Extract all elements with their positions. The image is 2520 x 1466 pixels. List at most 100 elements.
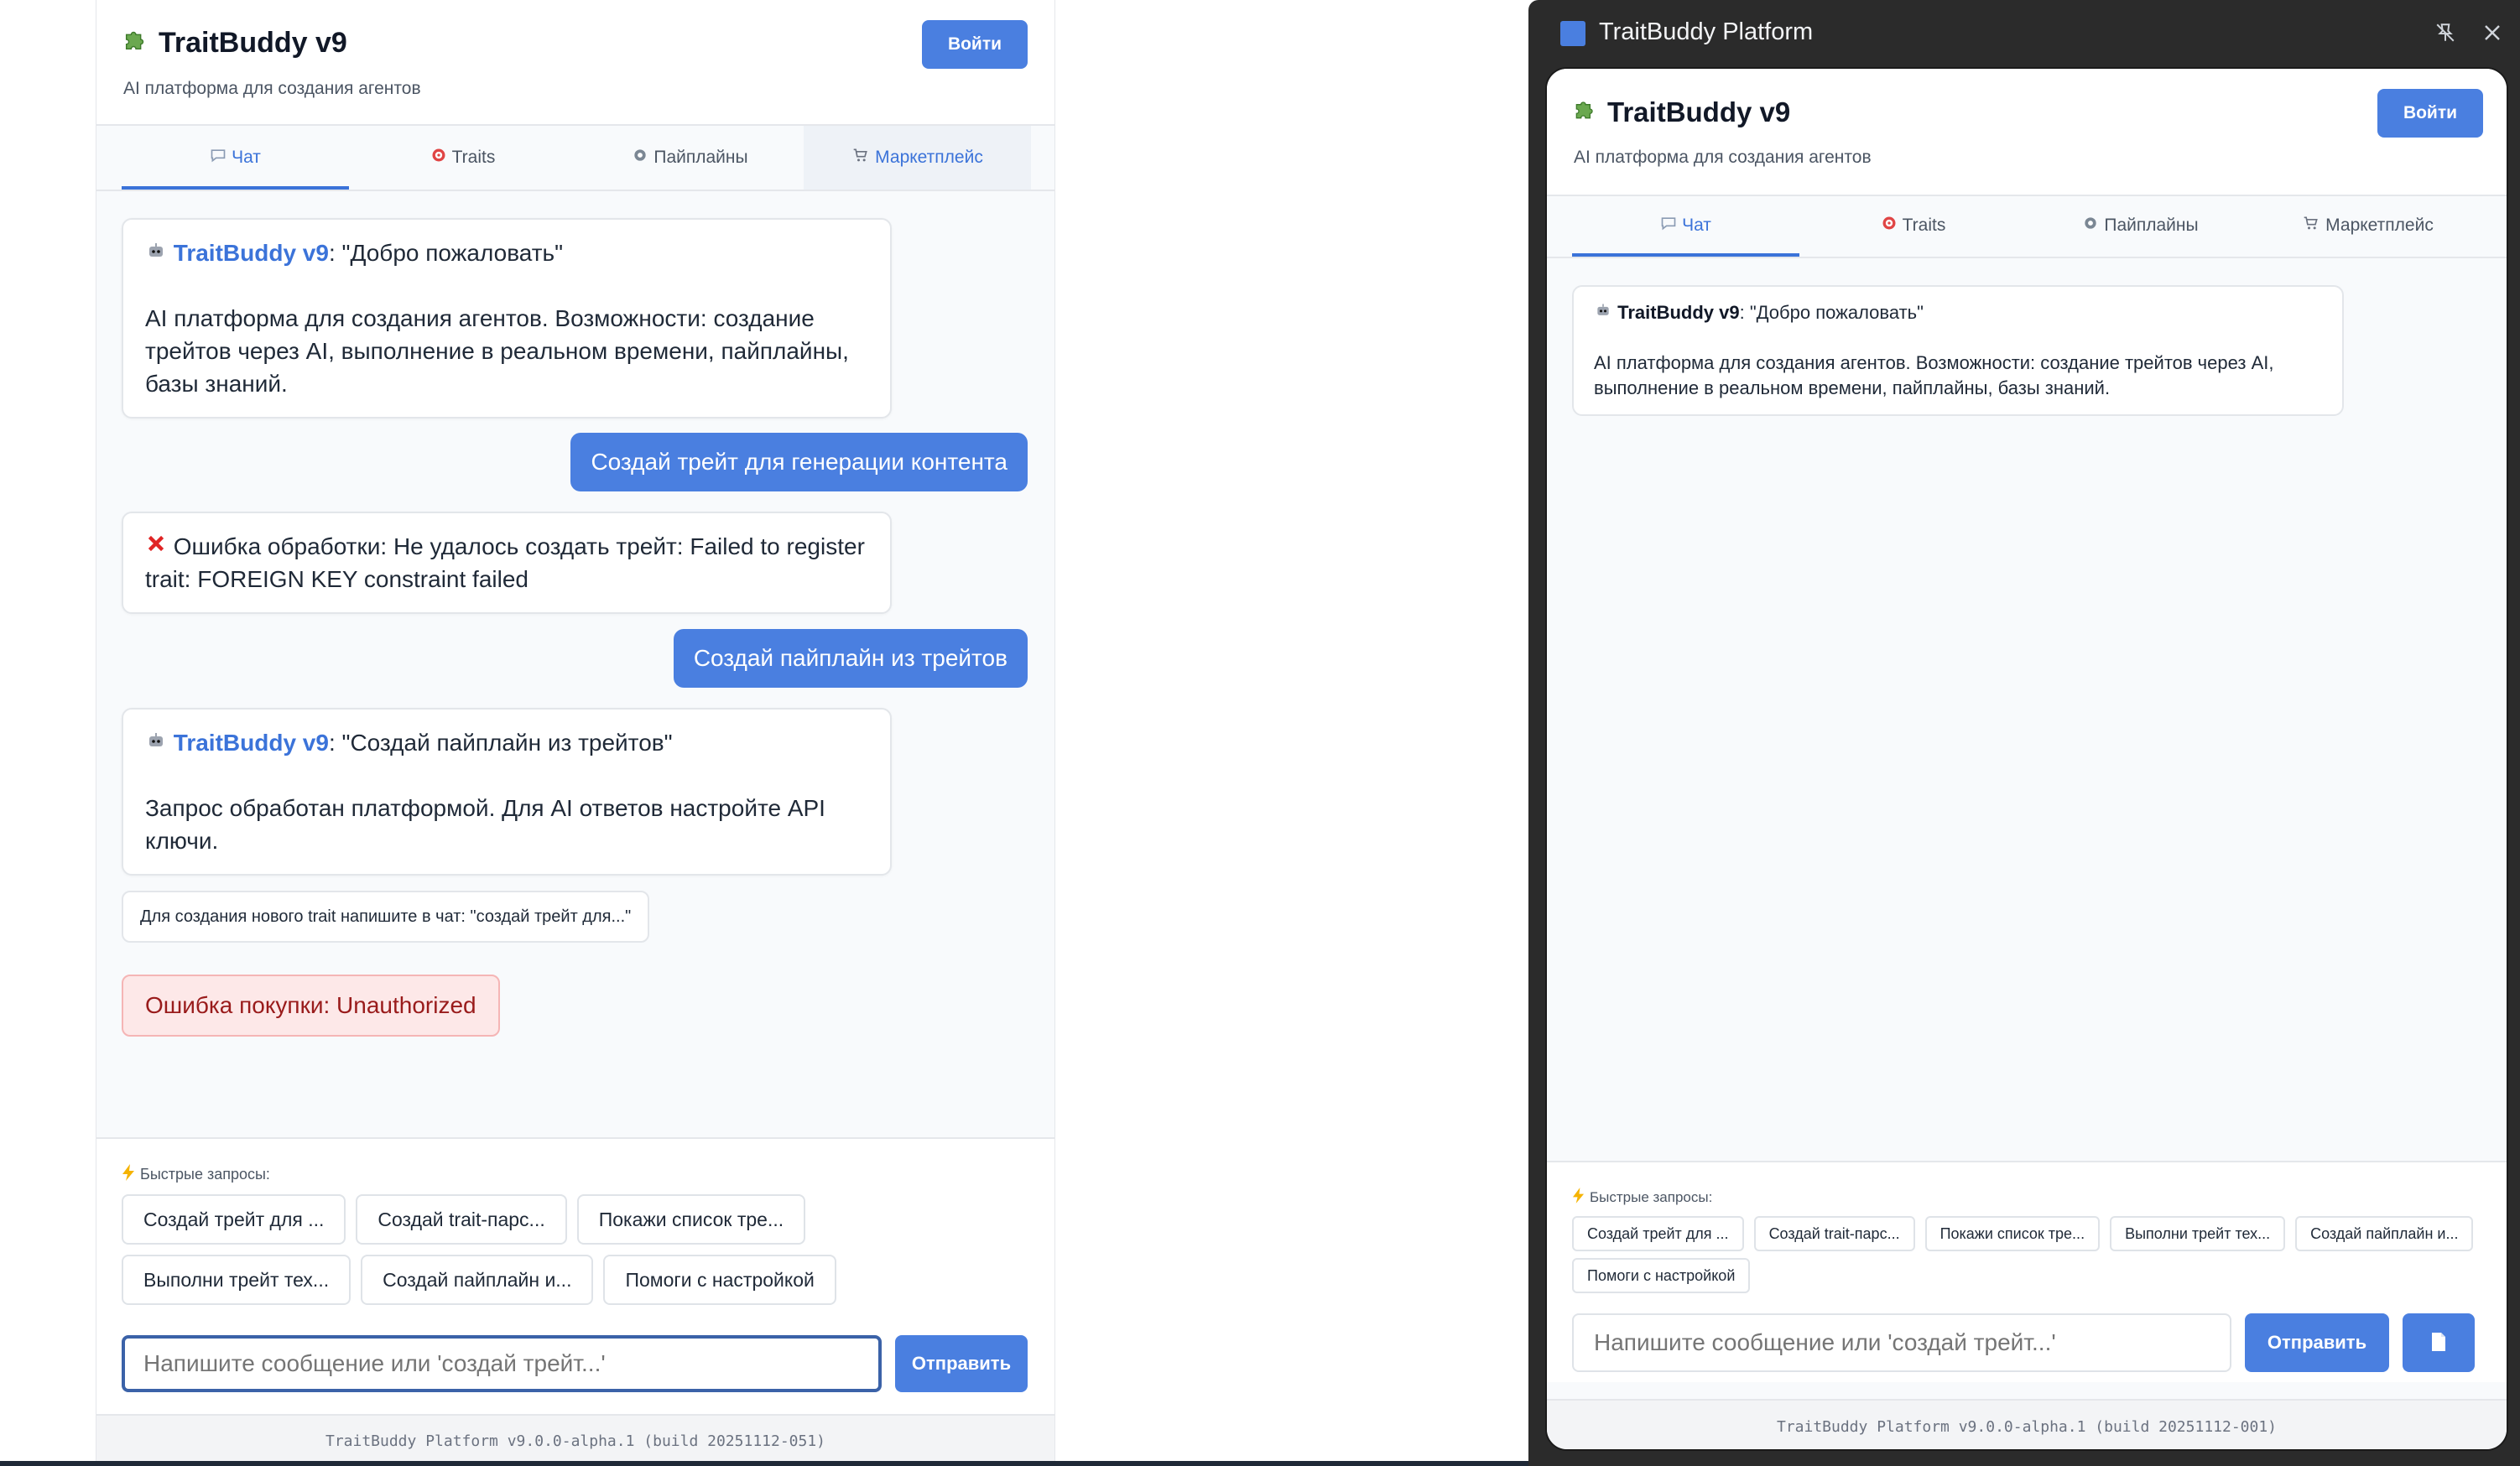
quick-chip-list: Создай трейт для ... Создай trait-парс..… [1572,1216,2486,1293]
message-input[interactable] [1572,1313,2231,1372]
hint-message: Для создания нового trait напишите в чат… [122,891,650,943]
gear-icon [2082,215,2099,237]
bot-message: TraitBuddy v9: "Добро пожаловать" AI пла… [122,218,892,418]
bot-message: TraitBuddy v9: "Создай пайплайн из трейт… [122,708,892,876]
platform-window: TraitBuddy Platform TraitBuddy v9 AI пла… [1528,0,2520,1466]
tab-pipelines[interactable]: Пайплайны [2027,195,2254,257]
bot-message: TraitBuddy v9: "Добро пожаловать" AI пла… [1572,285,2344,416]
login-button[interactable]: Войти [2377,89,2483,138]
quick-chip[interactable]: Покажи список тре... [576,1194,806,1245]
quick-chip[interactable]: Создай пайплайн и... [2295,1216,2474,1251]
target-icon [430,147,447,169]
pin-icon[interactable] [2428,15,2463,50]
tab-pipelines-label: Пайплайны [653,148,748,167]
lightning-icon [122,1164,135,1185]
app-header: TraitBuddy v9 AI платформа для создания … [1547,69,2507,196]
bot-quote: : "Добро пожаловать" [328,240,564,266]
attach-file-button[interactable] [2403,1313,2475,1372]
bot-name: TraitBuddy v9 [173,240,329,266]
tab-bar: Чат Traits Пайплайны Маркетплейс [122,126,1031,190]
target-icon [1881,215,1898,237]
quick-requests-panel: Быстрые запросы: Создай трейт для ... Со… [1547,1161,2507,1382]
quick-chip[interactable]: Создай trait-парс... [356,1194,567,1245]
robot-icon [1594,300,1612,325]
bot-message-header: TraitBuddy v9: "Добро пожаловать" [1594,300,2322,325]
bot-message-body: Запрос обработан платформой. Для AI отве… [145,795,825,854]
quick-chip[interactable]: Помоги с настройкой [603,1255,836,1305]
tab-traits[interactable]: Traits [1799,195,2027,257]
quick-requests-label-text: Быстрые запросы: [1590,1189,1713,1205]
tab-chat[interactable]: Чат [122,126,349,190]
tab-traits[interactable]: Traits [349,126,576,190]
tab-divider [1547,257,2507,258]
robot-icon [145,726,167,759]
embedded-app: TraitBuddy v9 AI платформа для создания … [1545,67,2508,1451]
quick-chip[interactable]: Создай пайплайн и... [361,1255,594,1305]
bot-message-header: TraitBuddy v9: "Создай пайплайн из трейт… [145,726,868,759]
cross-icon [145,530,167,563]
send-button[interactable]: Отправить [895,1335,1028,1392]
window-title: TraitBuddy Platform [1599,18,1814,45]
bot-message-body: AI платформа для создания агентов. Возмо… [145,305,849,397]
close-icon[interactable] [2475,15,2510,50]
version-footer: TraitBuddy Platform v9.0.0-alpha.1 (buil… [1547,1399,2507,1449]
app-header: TraitBuddy v9 AI платформа для создания … [96,0,1054,126]
lightning-icon [1572,1188,1585,1208]
purchase-error-alert: Ошибка покупки: Unauthorized [122,975,500,1037]
app-subtitle: AI платформа для создания агентов [1574,148,1872,167]
message-composer: Отправить [122,1335,1031,1392]
document-icon [2430,1332,2447,1354]
left-app-panel: TraitBuddy v9 AI платформа для создания … [96,0,1055,1466]
error-message: Ошибка обработки: Не удалось создать тре… [122,512,892,614]
tab-traits-label: Traits [451,148,496,167]
message-input[interactable] [122,1335,882,1392]
tab-marketplace[interactable]: Маркетплейс [2254,195,2481,257]
quick-chip[interactable]: Выполни трейт тех... [2110,1216,2286,1251]
bot-quote: : "Создай пайплайн из трейтов" [328,730,673,756]
bot-name: TraitBuddy v9 [173,730,329,756]
tab-pipelines[interactable]: Пайплайны [576,126,804,190]
quick-requests-label: Быстрые запросы: [122,1164,270,1185]
app-title-text: TraitBuddy v9 [1607,96,1791,127]
bot-message-body: AI платформа для создания агентов. Возмо… [1594,352,2274,398]
cart-icon [2302,215,2320,237]
bot-name: TraitBuddy v9 [1617,302,1740,323]
error-message-text: Ошибка обработки: Не удалось создать тре… [145,533,865,592]
user-message: Создай пайплайн из трейтов [673,629,1028,688]
cart-icon [851,147,870,169]
send-button[interactable]: Отправить [2245,1313,2389,1372]
quick-chip[interactable]: Создай трейт для ... [122,1194,346,1245]
tab-pipelines-label: Пайплайны [2104,216,2199,235]
puzzle-icon [1572,96,1599,129]
tab-traits-label: Traits [1902,216,1946,235]
quick-requests-panel: Быстрые запросы: Создай трейт для ... Со… [96,1137,1054,1414]
robot-icon [145,237,167,269]
taskbar-strip [0,1461,1528,1466]
quick-chip[interactable]: Покажи список тре... [1924,1216,2101,1251]
message-composer: Отправить [1572,1313,2483,1372]
tab-chat-label: Чат [1682,216,1711,235]
tab-bar: Чат Traits Пайплайны Маркетплейс [1572,195,2481,257]
app-window-icon [1560,21,1585,46]
window-titlebar: TraitBuddy Platform [1528,0,2520,67]
quick-chip[interactable]: Создай трейт для ... [1572,1216,1744,1251]
login-button[interactable]: Войти [922,20,1028,69]
app-title: TraitBuddy v9 [1572,96,1790,129]
version-footer: TraitBuddy Platform v9.0.0-alpha.1 (buil… [96,1414,1054,1466]
app-title: TraitBuddy v9 [122,25,347,61]
quick-chip[interactable]: Создай trait-парс... [1753,1216,1915,1251]
tab-marketplace-label: Маркетплейс [2325,216,2434,235]
speech-bubble-icon [210,147,226,169]
bot-quote: : "Добро пожаловать" [1739,302,1924,323]
quick-chip[interactable]: Выполни трейт тех... [122,1255,351,1305]
tab-chat-label: Чат [232,148,261,167]
gear-icon [632,147,648,169]
tab-chat[interactable]: Чат [1572,195,1799,257]
tab-marketplace[interactable]: Маркетплейс [804,126,1031,190]
tab-divider [96,190,1054,191]
quick-chip[interactable]: Помоги с настройкой [1572,1258,1751,1293]
user-message: Создай трейт для генерации контента [570,433,1028,491]
tab-marketplace-label: Маркетплейс [875,148,983,167]
bot-message-header: TraitBuddy v9: "Добро пожаловать" [145,237,868,269]
quick-requests-label-text: Быстрые запросы: [140,1166,270,1183]
